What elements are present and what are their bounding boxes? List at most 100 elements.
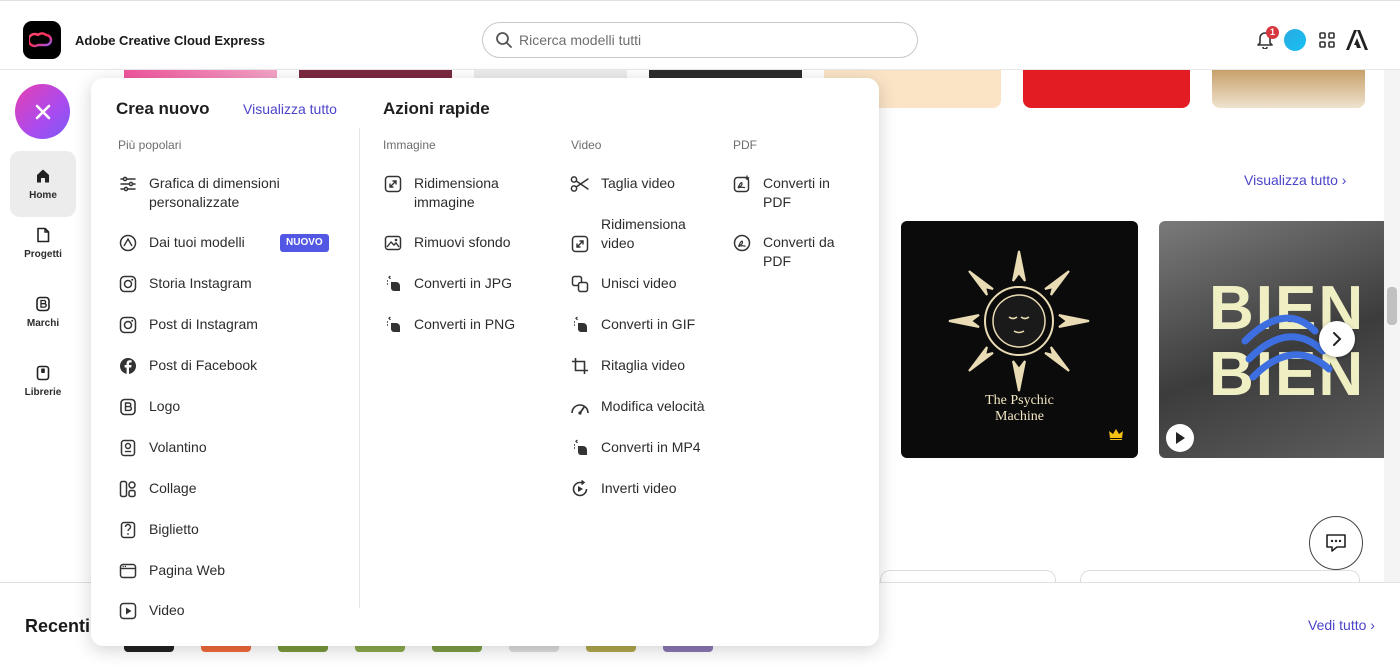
quick-action-convert-gif[interactable]: Converti in GIF	[570, 315, 695, 335]
rail-item-home[interactable]: Home	[10, 151, 76, 217]
menu-item-label: Dai tuoi modelli	[149, 234, 245, 250]
recent-thumbnail[interactable]	[509, 646, 559, 652]
section-label: Video	[571, 138, 602, 152]
menu-item-label: Video	[149, 602, 185, 618]
card-icon	[118, 520, 138, 540]
search-input[interactable]	[519, 30, 899, 50]
collage-icon	[118, 479, 138, 499]
webpage-icon	[118, 561, 138, 581]
template-thumbnail[interactable]	[1023, 70, 1190, 108]
new-badge: NUOVO	[280, 234, 329, 252]
close-icon	[35, 104, 50, 119]
recent-thumbnail[interactable]	[432, 646, 482, 652]
menu-item-instagram-story[interactable]: Storia Instagram	[118, 274, 252, 294]
quick-action-convert-mp4[interactable]: Converti in MP4	[570, 438, 701, 458]
see-all-link[interactable]: Vedi tutto ›	[1308, 617, 1375, 633]
logo-icon	[118, 397, 138, 417]
menu-item-label: Converti in JPG	[414, 275, 513, 291]
menu-item-custom-size[interactable]: Grafica di dimensioni personalizzate	[118, 174, 280, 212]
rail-item-libraries[interactable]: Librerie	[10, 348, 76, 414]
menu-item-label: Converti in MP4	[601, 439, 701, 455]
recent-thumbnail[interactable]	[124, 646, 174, 652]
resize-icon	[383, 174, 403, 194]
adobe-logo-icon[interactable]	[1346, 30, 1368, 50]
quick-action-resize-video[interactable]: Ridimensiona video	[570, 215, 686, 254]
view-all-link[interactable]: Visualizza tutto	[243, 101, 337, 117]
scissors-icon	[570, 174, 590, 194]
close-menu-button[interactable]	[15, 84, 70, 139]
play-button[interactable]	[1166, 424, 1194, 452]
quick-actions-title: Azioni rapide	[383, 99, 490, 118]
avatar[interactable]	[1284, 29, 1306, 51]
rail-item-projects[interactable]: Progetti	[10, 210, 76, 276]
search-icon	[496, 32, 512, 48]
carousel-next-button[interactable]	[1319, 321, 1355, 357]
recent-thumbnail[interactable]	[278, 646, 328, 652]
recent-thumbnail[interactable]	[201, 646, 251, 652]
flyer-icon	[118, 438, 138, 458]
app-name: Adobe Creative Cloud Express	[75, 33, 265, 48]
view-all-link[interactable]: Visualizza tutto ›	[1244, 172, 1346, 188]
convert-icon	[383, 315, 403, 335]
search-bar[interactable]	[482, 22, 918, 58]
play-icon	[1176, 432, 1185, 444]
convert-icon	[383, 274, 403, 294]
menu-item-label: Volantino	[149, 439, 207, 455]
scrollbar[interactable]	[1384, 70, 1400, 582]
template-card[interactable]: The Psychic Machine	[901, 221, 1138, 458]
recent-thumbnail[interactable]	[663, 646, 713, 652]
menu-item-label: Ridimensiona immagine	[414, 175, 499, 210]
recent-thumbnail[interactable]	[586, 646, 636, 652]
menu-item-from-templates[interactable]: Dai tuoi modelli	[118, 233, 245, 253]
menu-item-video[interactable]: Video	[118, 601, 185, 621]
create-menu-panel: Crea nuovo Visualizza tutto Più popolari…	[91, 78, 879, 646]
menu-item-label: Pagina Web	[149, 562, 226, 578]
menu-item-collage[interactable]: Collage	[118, 479, 196, 499]
quick-action-convert-to-pdf[interactable]: Converti in PDF	[732, 174, 830, 212]
menu-item-label: Rimuovi sfondo	[414, 234, 511, 250]
quick-action-resize-image[interactable]: Ridimensiona immagine	[383, 174, 499, 212]
menu-item-facebook-post[interactable]: Post di Facebook	[118, 356, 257, 376]
scrollbar-thumb[interactable]	[1387, 287, 1397, 325]
quick-action-reverse-video[interactable]: Inverti video	[570, 479, 676, 499]
reverse-icon	[570, 479, 590, 499]
sliders-icon	[118, 174, 138, 194]
menu-item-label: Converti in PNG	[414, 316, 516, 332]
rail-item-label: Home	[29, 189, 57, 201]
quick-action-trim-video[interactable]: Taglia video	[570, 174, 675, 194]
menu-item-label: Taglia video	[601, 175, 675, 191]
menu-item-logo[interactable]: Logo	[118, 397, 180, 417]
menu-item-label: Converti da PDF	[763, 234, 835, 269]
menu-item-label: Logo	[149, 398, 181, 414]
menu-item-label: Storia Instagram	[149, 275, 252, 291]
app-logo-icon[interactable]	[23, 21, 61, 59]
menu-item-card[interactable]: Biglietto	[118, 520, 199, 540]
card-title: The Psychic Machine	[985, 393, 1054, 424]
rail-item-label: Marchi	[26, 317, 60, 329]
menu-item-instagram-post[interactable]: Post di Instagram	[118, 315, 258, 335]
view-all-label: Visualizza tutto	[1244, 172, 1338, 188]
menu-item-label: Biglietto	[149, 521, 199, 537]
apps-grid-icon[interactable]	[1319, 32, 1335, 48]
quick-action-crop-video[interactable]: Ritaglia video	[570, 356, 685, 376]
menu-item-webpage[interactable]: Pagina Web	[118, 561, 225, 581]
section-label: Immagine	[383, 138, 436, 152]
instagram-icon	[118, 315, 138, 335]
quick-action-convert-jpg[interactable]: Converti in JPG	[383, 274, 512, 294]
quick-action-convert-png[interactable]: Converti in PNG	[383, 315, 515, 335]
quick-action-merge-video[interactable]: Unisci video	[570, 274, 676, 294]
menu-item-label: Grafica di dimensioni personalizzate	[149, 175, 280, 210]
facebook-icon	[118, 356, 138, 376]
create-new-title: Crea nuovo	[116, 99, 210, 118]
menu-item-flyer[interactable]: Volantino	[118, 438, 207, 458]
quick-action-change-speed[interactable]: Modifica velocità	[570, 397, 705, 417]
quick-action-remove-background[interactable]: Rimuovi sfondo	[383, 233, 511, 253]
chat-button[interactable]	[1309, 516, 1363, 570]
recent-thumbnail[interactable]	[355, 646, 405, 652]
menu-item-label: Unisci video	[601, 275, 677, 291]
quick-action-convert-from-pdf[interactable]: Converti da PDF	[732, 233, 835, 271]
rail-item-brands[interactable]: Marchi	[10, 279, 76, 345]
instagram-icon	[118, 274, 138, 294]
pdf-icon	[732, 233, 752, 253]
template-thumbnail[interactable]	[1212, 70, 1365, 108]
